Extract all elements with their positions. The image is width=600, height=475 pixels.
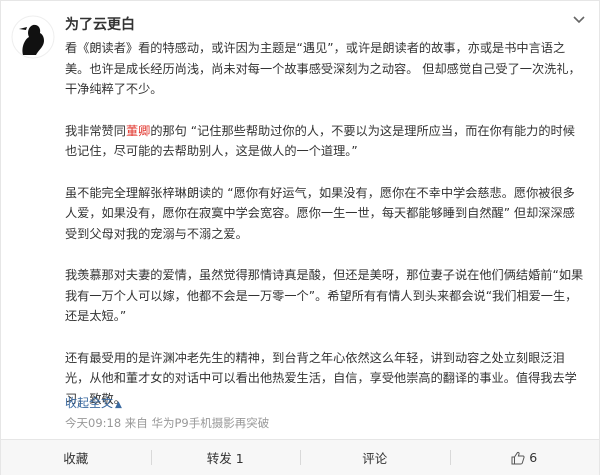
paragraph-text: 看《朗读者》看的特感动，或许因为主题是“遇见”，或许是朗读者的故事，亦或是书中言… [65, 41, 581, 96]
post-paragraph: 我羡慕那对夫妻的爱情，虽然觉得那情诗真是酸，但还是美呀，那位妻子说在他们俩结婚前… [65, 265, 587, 327]
repost-label: 转发 1 [206, 451, 244, 466]
post-meta: 今天09:18 来自 华为P9手机摄影再突破 [65, 416, 270, 430]
username[interactable]: 为了云更白 [65, 14, 135, 34]
silhouette-avatar-icon [11, 15, 55, 59]
comment-button[interactable]: 评论 [300, 440, 450, 475]
chevron-down-icon[interactable] [571, 11, 587, 27]
collapse-full-text-link[interactable]: 收起全文 ▲ [65, 394, 122, 411]
paragraph-text: 虽不能完全理解张梓琳朗读的 “愿你有好运气，如果没有，愿你在不幸中学会慈悲。愿你… [65, 185, 575, 241]
weibo-post-card: 为了云更白 看《朗读者》看的特感动，或许因为主题是“遇见”，或许是朗读者的故事，… [0, 0, 600, 475]
post-content: 看《朗读者》看的特感动，或许因为主题是“遇见”，或许是朗读者的故事，亦或是书中言… [65, 38, 587, 409]
like-button[interactable]: 6 [449, 440, 600, 475]
collapse-label[interactable]: 收起全文 [65, 396, 113, 410]
paragraph-text: 还有最受用的是许渊冲老先生的精神，到台背之年心依然这么年轻，讲到动容之处立刻眼泛… [65, 350, 577, 406]
like-count: 6 [529, 450, 538, 465]
post-paragraph: 看《朗读者》看的特感动，或许因为主题是“遇见”，或许是朗读者的故事，亦或是书中言… [65, 38, 587, 100]
action-bar: 收藏 转发 1 评论 6 [1, 439, 599, 475]
thumbs-up-icon [511, 451, 525, 465]
avatar[interactable] [11, 15, 55, 59]
collapse-arrow-icon: ▲ [115, 400, 122, 410]
post-paragraph: 虽不能完全理解张梓琳朗读的 “愿你有好运气，如果没有，愿你在不幸中学会慈悲。愿你… [65, 183, 587, 245]
post-paragraph: 我非常赞同董卿的那句 “记住那些帮助过你的人，不要以为这是理所应当，而在你有能力… [65, 121, 587, 162]
highlighted-name-link[interactable]: 董卿 [126, 124, 150, 138]
paragraph-text: 我羡慕那对夫妻的爱情，虽然觉得那情诗真是酸，但还是美呀，那位妻子说在他们俩结婚前… [65, 268, 584, 323]
comment-label: 评论 [362, 451, 388, 466]
repost-button[interactable]: 转发 1 [150, 440, 301, 475]
post-paragraph: 还有最受用的是许渊冲老先生的精神，到台背之年心依然这么年轻，讲到动容之处立刻眼泛… [65, 348, 587, 410]
favorite-label: 收藏 [63, 451, 89, 466]
favorite-button[interactable]: 收藏 [1, 440, 151, 475]
paragraph-text: 我非常赞同 [65, 123, 126, 138]
